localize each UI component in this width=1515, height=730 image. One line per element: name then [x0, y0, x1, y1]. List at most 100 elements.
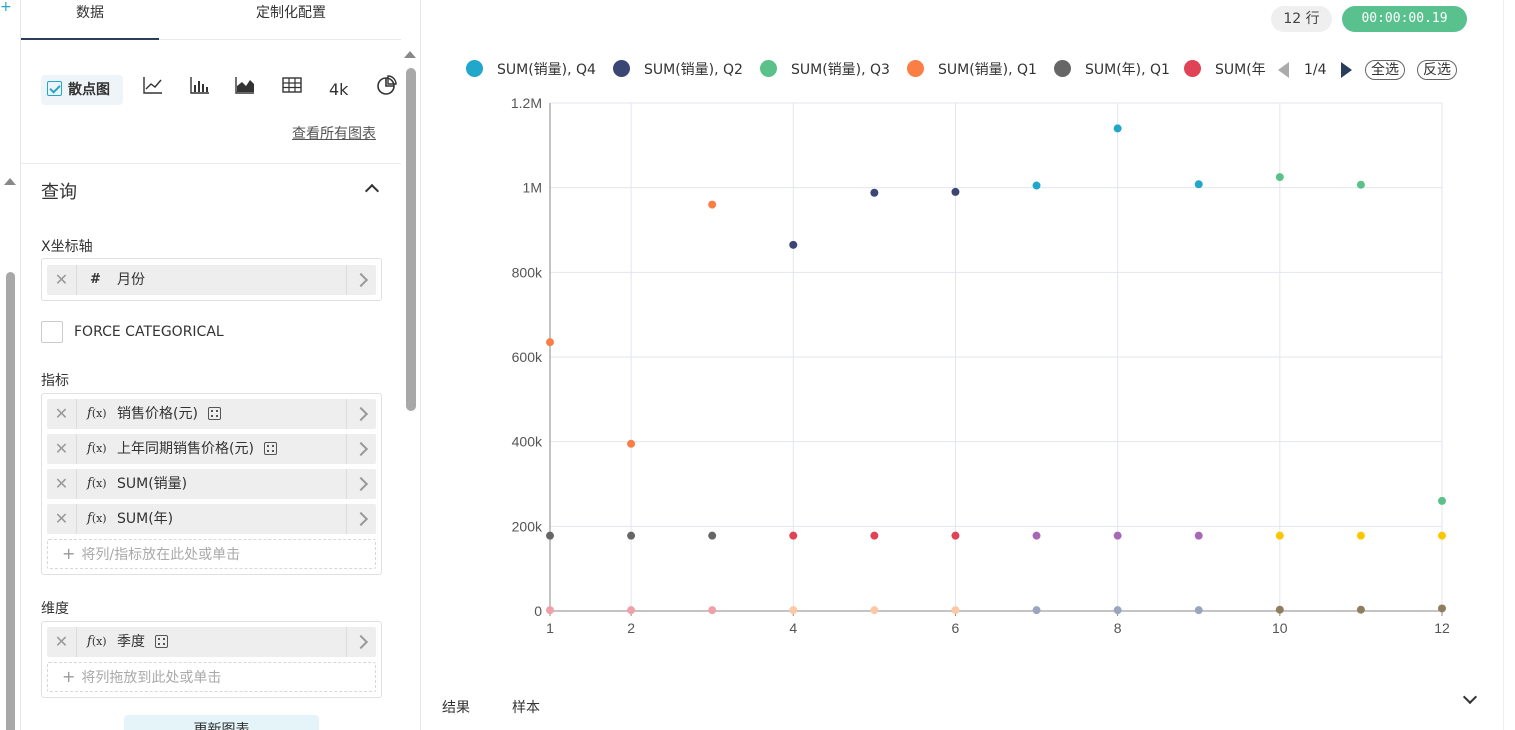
x-tick-label: 12	[1434, 620, 1450, 636]
chevron-right-icon[interactable]	[346, 399, 376, 429]
metric-name: SUM(年)	[117, 511, 174, 527]
line-chart-icon[interactable]	[142, 75, 164, 105]
scatter-point	[1032, 606, 1041, 615]
scatter-point	[708, 606, 717, 615]
chart-type-bar: 散点图 4k	[41, 75, 401, 105]
tab-results[interactable]: 结果	[442, 697, 470, 717]
legend-item[interactable]: SUM(销量), Q4	[466, 58, 596, 82]
legend-dot-icon	[907, 60, 924, 77]
scatter-point	[1356, 605, 1365, 614]
update-chart-button[interactable]: 更新图表	[124, 715, 319, 730]
x-axis-label: X坐标轴	[41, 239, 93, 255]
checkbox-icon[interactable]	[41, 321, 63, 343]
metric-item[interactable]: ✕ f(x) 销售价格(元)	[47, 399, 376, 429]
remove-icon[interactable]: ✕	[47, 504, 77, 534]
force-categorical-label: FORCE CATEGORICAL	[74, 324, 224, 340]
plus-icon: +	[62, 667, 76, 686]
legend-next-page-icon[interactable]	[1341, 62, 1352, 78]
scrollbar-thumb[interactable]	[6, 272, 15, 730]
control-panel: 数据 定制化配置 散点图 4k 查看所有图表 查询 X坐标轴 ✕ # 月份 FO…	[21, 0, 421, 730]
bar-chart-icon[interactable]	[189, 75, 211, 105]
tab-data[interactable]: 数据	[21, 0, 159, 40]
chevron-right-icon[interactable]	[346, 265, 376, 295]
big-number-chart[interactable]: 4k	[329, 75, 348, 105]
legend-dot-icon	[613, 60, 630, 77]
metrics-label: 指标	[41, 373, 69, 389]
panel-scrollbar-thumb[interactable]	[406, 68, 416, 411]
scatter-point	[546, 606, 554, 615]
metrics-drop-zone[interactable]: + 将列/指标放在此处或单击	[47, 539, 376, 569]
y-tick-label: 1.2M	[511, 95, 542, 111]
remove-icon[interactable]: ✕	[47, 469, 77, 499]
metrics-drop-hint: 将列/指标放在此处或单击	[81, 547, 241, 563]
dimensions-box: ✕ f(x) 季度 + 将列拖放到此处或单击	[41, 621, 382, 698]
calculator-icon	[155, 635, 168, 648]
legend-prev-page-icon[interactable]	[1278, 62, 1289, 78]
scroll-up-icon[interactable]	[404, 51, 416, 58]
query-section-title: 查询	[41, 182, 77, 203]
metric-name: 销售价格(元)	[117, 399, 221, 429]
scatter-point	[1275, 605, 1284, 614]
table-icon[interactable]	[281, 75, 303, 105]
legend-dot-icon	[1184, 60, 1201, 77]
right-scrollbar[interactable]	[1503, 0, 1515, 730]
tab-customize[interactable]: 定制化配置	[221, 0, 361, 40]
legend-item[interactable]: SUM(销量), Q3	[760, 58, 890, 82]
function-icon: f(x)	[87, 406, 107, 421]
area-chart-icon[interactable]	[234, 75, 256, 105]
scatter-chart: 0200k400k600k800k1M1.2M1 2 4 6 8 10 12	[511, 95, 1450, 636]
chart-type-scatter[interactable]: 散点图	[41, 75, 123, 105]
legend-item[interactable]: SUM(销量), Q1	[907, 58, 1037, 82]
dimension-item[interactable]: ✕ f(x) 季度	[47, 627, 376, 657]
x-axis-field[interactable]: ✕ # 月份	[47, 265, 376, 295]
scroll-up-icon[interactable]	[4, 178, 16, 185]
scatter-point	[708, 531, 717, 540]
scatter-point	[1032, 531, 1041, 540]
legend-item[interactable]: SUM(销量), Q2	[613, 58, 743, 82]
pie-chart-icon[interactable]	[376, 75, 398, 105]
legend-overflow: SUM(年	[1184, 58, 1284, 82]
legend-dot-icon	[466, 60, 483, 77]
remove-icon[interactable]: ✕	[47, 434, 77, 464]
chevron-up-icon[interactable]	[364, 183, 380, 199]
metric-item[interactable]: ✕ f(x) SUM(销量)	[47, 469, 376, 499]
scatter-point	[1438, 496, 1446, 505]
x-tick-label: 6	[952, 620, 960, 636]
chevron-down-icon[interactable]	[1462, 689, 1478, 705]
legend-item-label: SUM(年), Q1	[1085, 62, 1170, 78]
remove-icon[interactable]: ✕	[47, 399, 77, 429]
function-icon: f(x)	[87, 441, 107, 456]
legend-item-label: SUM(销量), Q4	[497, 62, 596, 78]
chevron-right-icon[interactable]	[346, 434, 376, 464]
scatter-point	[1194, 180, 1203, 189]
remove-icon[interactable]: ✕	[47, 627, 77, 657]
scatter-point	[1032, 181, 1041, 190]
scatter-point	[1356, 180, 1365, 189]
scatter-point	[789, 606, 798, 615]
legend-invert-button[interactable]: 反选	[1417, 60, 1457, 80]
dimensions-drop-zone[interactable]: + 将列拖放到此处或单击	[47, 662, 376, 692]
remove-icon[interactable]: ✕	[47, 265, 77, 295]
y-tick-label: 800k	[512, 264, 543, 280]
function-icon: f(x)	[87, 634, 107, 649]
legend-item[interactable]: SUM(年	[1184, 58, 1266, 82]
chevron-right-icon[interactable]	[346, 469, 376, 499]
metric-item[interactable]: ✕ f(x) SUM(年)	[47, 504, 376, 534]
legend-item-label: SUM(销量), Q3	[791, 62, 890, 78]
legend-item[interactable]: SUM(年), Q1	[1054, 58, 1170, 82]
force-categorical-checkbox[interactable]: FORCE CATEGORICAL	[41, 321, 224, 343]
metric-item[interactable]: ✕ f(x) 上年同期销售价格(元)	[47, 434, 376, 464]
scatter-point	[951, 187, 960, 196]
legend-select-all-button[interactable]: 全选	[1365, 60, 1405, 80]
see-all-charts-link[interactable]: 查看所有图表	[292, 123, 376, 143]
scatter-point	[1113, 531, 1122, 540]
plus-icon[interactable]: +	[0, 0, 12, 14]
scatter-point	[1113, 124, 1122, 133]
chevron-right-icon[interactable]	[346, 627, 376, 657]
tab-samples[interactable]: 样本	[512, 697, 540, 717]
metric-name: 上年同期销售价格(元)	[117, 434, 277, 464]
chart-legend: SUM(销量), Q4 SUM(销量), Q2 SUM(销量), Q3 SUM(…	[466, 58, 1466, 82]
x-axis-field-name: 月份	[117, 272, 145, 288]
chevron-right-icon[interactable]	[346, 504, 376, 534]
legend-dot-icon	[760, 60, 777, 77]
